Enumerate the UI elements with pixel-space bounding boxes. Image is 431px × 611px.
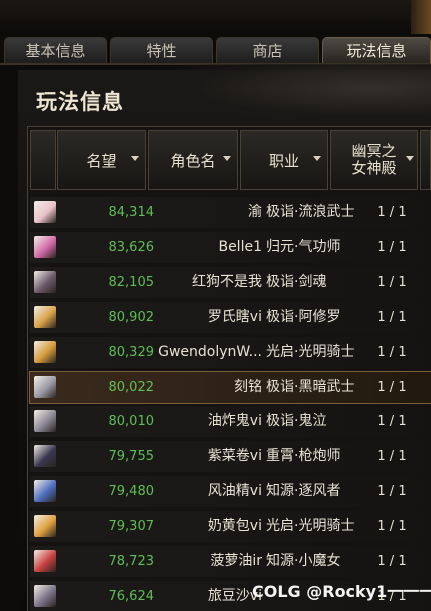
panel-title: 玩法信息	[36, 90, 124, 114]
character-name: 风油精vi	[207, 483, 262, 499]
character-name: 菠萝油ir	[210, 553, 262, 569]
header-dungeon-clear[interactable]: 幽冥之 女神殿	[330, 130, 418, 190]
clear-count: 1 / 1	[377, 205, 407, 220]
header-name-label: 角色名	[170, 151, 216, 170]
character-name: Belle1	[218, 239, 262, 255]
table-row[interactable]: 79,307 奶黄包vi 光启·光明骑士 1 / 1	[30, 511, 431, 542]
character-avatar-icon	[34, 341, 56, 363]
header-dungeon-line2: 女神殿	[351, 159, 397, 177]
character-name: 罗氏瞎vi	[207, 309, 262, 325]
character-name: 油炸鬼vi	[207, 413, 262, 429]
character-avatar-icon	[34, 480, 56, 502]
character-avatar-icon	[34, 515, 56, 537]
clear-count: 1 / 1	[377, 345, 407, 360]
panel-decoration	[140, 64, 431, 124]
table-row[interactable]: 83,626 Belle1 归元·气功师 1 / 1	[30, 232, 431, 263]
header-fame[interactable]: 名望	[57, 130, 146, 190]
table-row[interactable]: 80,329 GwendolynW... 光启·光明骑士 1 / 1	[30, 337, 431, 368]
character-avatar-icon	[34, 376, 56, 398]
table-row[interactable]: 80,010 油炸鬼vi 极诣·鬼泣 1 / 1	[30, 406, 431, 437]
clear-count: 1 / 1	[377, 310, 407, 325]
character-name: GwendolynW...	[158, 344, 262, 360]
header-job[interactable]: 职业	[240, 130, 328, 190]
fame-value: 76,624	[108, 589, 155, 604]
character-name: 旅豆沙vi	[207, 588, 262, 604]
character-avatar-icon	[34, 550, 56, 572]
table-row[interactable]: 84,314 渝极诣·流浪武士 1 / 1	[30, 197, 431, 228]
header-job-label: 职业	[268, 151, 299, 170]
fame-value: 79,755	[108, 449, 155, 464]
sort-arrow-icon	[223, 156, 231, 161]
tab-basic-info[interactable]: 基本信息	[4, 37, 107, 64]
character-name: 紫菜卷vi	[207, 448, 262, 464]
tab-traits[interactable]: 特性	[110, 37, 213, 64]
character-name: 刻铭	[234, 379, 262, 395]
character-avatar-icon	[34, 271, 56, 293]
character-avatar-icon	[34, 445, 56, 467]
clear-count: 1 / 1	[377, 275, 407, 290]
clear-count: 1 / 1	[377, 240, 407, 255]
watermark: COLG @Rocky1一一一	[252, 582, 431, 601]
header-fame-label: 名望	[86, 151, 117, 170]
fame-value: 78,723	[108, 554, 155, 569]
clear-count: 1 / 1	[377, 554, 407, 569]
fame-value: 83,626	[108, 240, 155, 255]
character-avatar-icon	[34, 410, 56, 432]
table-row[interactable]: 82,105 红狗不是我 极诣·剑魂 1 / 1	[30, 267, 431, 298]
fame-value: 80,022	[108, 380, 155, 395]
tab-bar: 基本信息 特性 商店 玩法信息	[0, 34, 431, 64]
sort-arrow-icon	[313, 156, 321, 161]
fame-value: 79,480	[108, 484, 155, 499]
character-name: 奶黄包vi	[207, 518, 262, 534]
table-row[interactable]: 78,723 菠萝油ir 知源·小魔女 1 / 1	[30, 546, 431, 577]
character-avatar-icon	[34, 201, 56, 223]
character-avatar-icon	[34, 306, 56, 328]
clear-count: 1 / 1	[377, 414, 407, 429]
header-extra-column	[420, 130, 431, 190]
fame-value: 80,329	[108, 345, 155, 360]
clear-count: 1 / 1	[377, 380, 407, 395]
clear-count: 1 / 1	[377, 484, 407, 499]
sort-arrow-icon	[131, 156, 139, 161]
tab-shop[interactable]: 商店	[216, 37, 319, 64]
header-avatar-cell	[30, 130, 56, 190]
fame-value: 84,314	[108, 205, 155, 220]
table-row[interactable]: 79,755 紫菜卷vi 重霄·枪炮师 1 / 1	[30, 441, 431, 472]
clear-count: 1 / 1	[377, 519, 407, 534]
character-avatar-icon	[34, 236, 56, 258]
table-row[interactable]: 79,480 风油精vi 知源·逐风者 1 / 1	[30, 476, 431, 507]
header-dungeon-line1: 幽冥之	[351, 142, 397, 160]
fame-value: 80,902	[108, 310, 155, 325]
fame-value: 82,105	[108, 275, 155, 290]
character-avatar-icon	[34, 585, 56, 607]
table-row[interactable]: 80,022 刻铭 极诣·黑暗武士 1 / 1	[29, 371, 431, 404]
clear-count: 1 / 1	[377, 449, 407, 464]
window-top-bar	[0, 0, 431, 34]
character-name: 红狗不是我	[192, 274, 262, 290]
table-header: 名望 角色名 职业 幽冥之 女神殿	[30, 130, 431, 190]
table-row[interactable]: 80,902 罗氏瞎vi 极诣·阿修罗 1 / 1	[30, 302, 431, 333]
window-corner-accent	[411, 0, 431, 34]
fame-value: 80,010	[108, 414, 155, 429]
character-name: 渝	[248, 204, 262, 220]
tab-gameplay-info[interactable]: 玩法信息	[322, 37, 431, 64]
sort-arrow-icon	[406, 156, 414, 161]
fame-value: 79,307	[108, 519, 155, 534]
header-name[interactable]: 角色名	[148, 130, 238, 190]
